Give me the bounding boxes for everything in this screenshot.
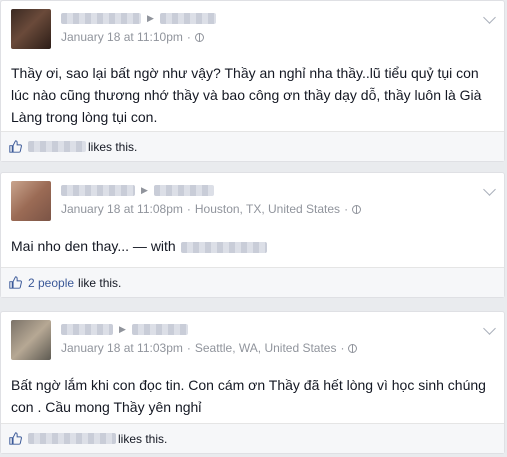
avatar[interactable] [11,9,51,49]
post-meta: January 18 at 11:10pm · [61,30,204,44]
thumbs-up-icon[interactable] [9,432,22,445]
likes-text: like this. [78,275,122,290]
globe-icon[interactable] [194,32,204,42]
post-text: Mai nho den thay... — with [11,235,492,257]
post-card: ▶ January 18 at 11:08pm · Houston, TX, U… [0,172,505,298]
separator: · [186,202,191,216]
post-text: Thầy ơi, sao lại bất ngờ như vậy? Thầy a… [11,65,482,125]
post-header-names: ▶ [61,183,214,197]
post-timestamp[interactable]: January 18 at 11:03pm [61,341,183,355]
triangle-right-icon: ▶ [147,12,154,23]
globe-icon[interactable] [348,343,358,353]
avatar[interactable] [11,181,51,221]
chevron-down-icon[interactable] [483,183,496,196]
post-location[interactable]: Seattle, WA, United States [195,341,337,355]
separator: · [186,341,191,355]
news-feed: ▶ January 18 at 11:10pm · Thầy ơi, sao l… [0,0,507,457]
post-card: ▶ January 18 at 11:03pm · Seattle, WA, U… [0,311,505,454]
post-meta: January 18 at 11:03pm · Seattle, WA, Uni… [61,341,358,355]
author-name-redacted[interactable] [61,184,135,196]
thumbs-up-icon[interactable] [9,276,22,289]
post-timestamp[interactable]: January 18 at 11:10pm [61,30,183,44]
likes-text: likes this. [88,139,138,154]
likes-bar: likes this. [1,131,504,161]
triangle-right-icon: ▶ [141,184,148,195]
post-text-content: Mai nho den thay... — with [11,238,176,254]
avatar[interactable] [11,320,51,360]
separator: · [340,341,345,355]
post-meta: January 18 at 11:08pm · Houston, TX, Uni… [61,202,362,216]
recipient-name-redacted[interactable] [159,12,216,24]
globe-icon[interactable] [352,204,362,214]
post-location[interactable]: Houston, TX, United States [195,202,340,216]
separator: · [344,202,349,216]
author-name-redacted[interactable] [61,12,141,24]
likes-bar: 2 people like this. [1,267,504,297]
liker-name-redacted[interactable] [28,433,116,444]
post-header-names: ▶ [61,322,188,336]
likes-people-link[interactable]: 2 people [28,276,74,290]
likes-text: likes this. [118,431,168,446]
thumbs-up-icon[interactable] [9,140,22,153]
author-name-redacted[interactable] [61,323,113,335]
chevron-down-icon[interactable] [483,11,496,24]
recipient-name-redacted[interactable] [131,323,188,335]
likes-bar: likes this. [1,423,504,453]
tagged-friend-redacted[interactable] [180,241,267,253]
separator: · [186,30,191,44]
post-timestamp[interactable]: January 18 at 11:08pm [61,202,183,216]
post-text: Bất ngờ lắm khi con đọc tin. Con cám ơn … [11,377,486,415]
liker-name-redacted[interactable] [28,141,86,152]
post-card: ▶ January 18 at 11:10pm · Thầy ơi, sao l… [0,0,505,162]
triangle-right-icon: ▶ [119,323,126,334]
recipient-name-redacted[interactable] [153,184,214,196]
chevron-down-icon[interactable] [483,322,496,335]
post-header-names: ▶ [61,11,216,25]
